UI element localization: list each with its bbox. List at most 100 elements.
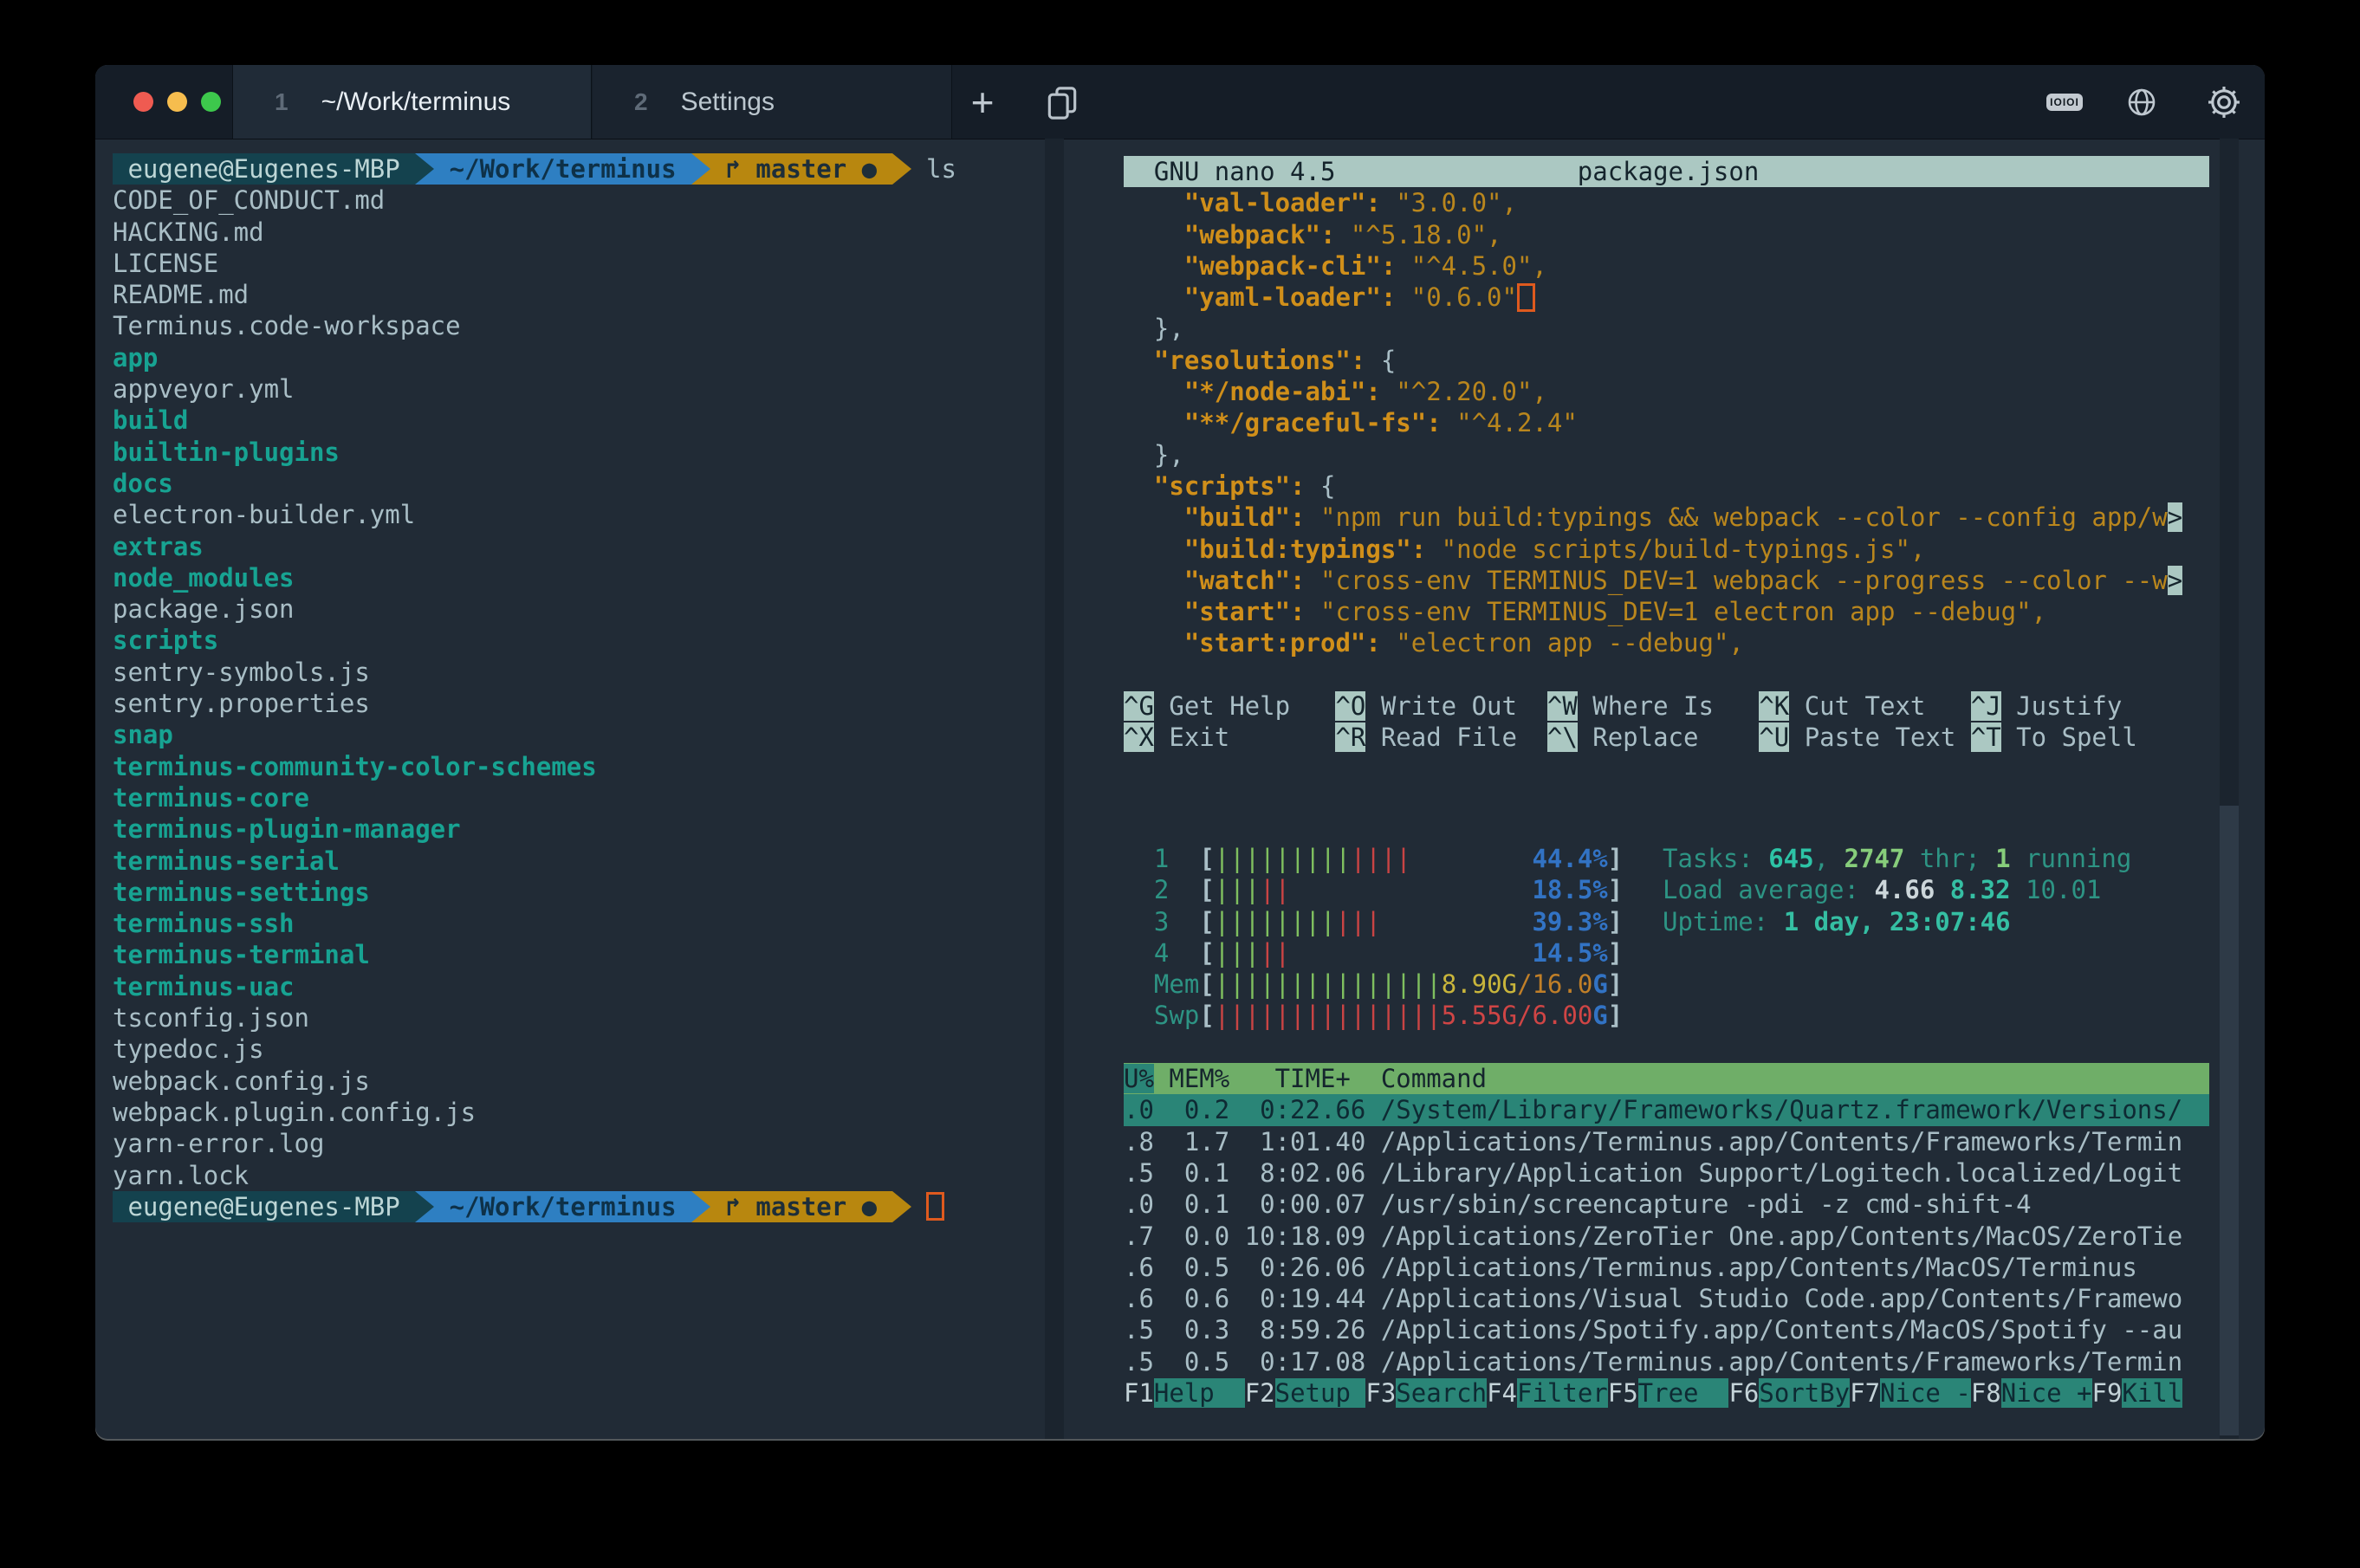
terminal-line: terminus-uac <box>113 971 1057 1002</box>
terminal-segment: F7 <box>1850 1378 1880 1408</box>
terminal-segment: ||| <box>1215 875 1260 904</box>
shell-prompt-line: eugene@Eugenes-MBP ~/Work/terminus ↱ mas… <box>113 1191 1057 1222</box>
terminal-segment: "0.6.0" <box>1411 282 1517 312</box>
terminal-segment: "3.0.0", <box>1396 188 1517 217</box>
terminal-segment: terminus-community-color-schemes <box>113 752 597 781</box>
terminal-segment: extras <box>113 532 204 561</box>
terminal-segment: "cross-env TERMINUS_DEV=1 electron app -… <box>1320 597 2046 626</box>
terminal-line: docs <box>113 468 1057 499</box>
terminal-segment: , <box>1814 844 1845 873</box>
terminal-segment: ^G <box>1124 691 1154 721</box>
terminal-segment: ||||||||| <box>1215 844 1351 873</box>
shell-pane[interactable]: eugene@Eugenes-MBP ~/Work/terminus ↱ mas… <box>95 139 1057 1222</box>
terminal-segment: "start:prod": <box>1184 628 1381 658</box>
terminal-segment: G <box>1592 1001 1607 1030</box>
terminal-line: webpack.config.js <box>113 1066 1057 1097</box>
terminal-line: README.md <box>113 279 1057 310</box>
terminal-segment: F1 <box>1124 1378 1154 1408</box>
process-row: .5 0.1 8:02.06 /Library/Application Supp… <box>1124 1157 2209 1189</box>
uptime: Uptime: 1 day, 23:07:46 <box>1663 906 2217 937</box>
terminal-segment: ^K <box>1759 691 1789 721</box>
terminal-segment: "yaml-loader": <box>1184 282 1396 312</box>
tasks-summary: Tasks: 645, 2747 thr; 1 running <box>1663 843 2217 874</box>
terminal-segment: ||||||||||||||| <box>1215 969 1442 999</box>
terminal-segment: "scripts": <box>1154 471 1306 501</box>
terminal-segment: F2 <box>1245 1378 1275 1408</box>
terminal-segment: ] <box>1608 1001 1623 1030</box>
terminal-line: "scripts": { <box>1124 470 2209 502</box>
process-row: .8 1.7 1:01.40 /Applications/Terminus.ap… <box>1124 1126 2209 1157</box>
tab-index: 1 <box>275 88 289 116</box>
terminal-segment: Tasks: <box>1663 844 1768 873</box>
terminal-segment: Nice - <box>1880 1378 1971 1408</box>
terminal-segment: > <box>2168 502 2182 532</box>
settings-gear-icon[interactable] <box>2208 86 2240 119</box>
terminal-segment: 1 <box>1124 844 1199 873</box>
terminal-segment: node_modules <box>113 563 295 593</box>
terminal-segment: F6 <box>1728 1378 1759 1408</box>
terminal-line: extras <box>113 531 1057 562</box>
terminal-line: "yaml-loader": "0.6.0" <box>1124 282 2209 313</box>
terminal-segment: [ <box>1199 938 1214 968</box>
terminal-segment: 2 <box>1124 875 1199 904</box>
terminal-segment: ] <box>1608 844 1623 873</box>
terminal-segment: [ <box>1199 907 1214 936</box>
close-button[interactable] <box>133 92 153 112</box>
terminal-segment: ^R <box>1335 722 1365 752</box>
terminal-segment: |||||||| <box>1215 907 1336 936</box>
terminal-segment: snap <box>113 720 173 749</box>
process-row: .7 0.0 10:18.09 /Applications/ZeroTier O… <box>1124 1221 2209 1252</box>
terminal-segment: ] <box>1608 969 1623 999</box>
serial-port-icon[interactable]: IOIOI <box>2046 94 2083 111</box>
terminal-segment: ^\ <box>1547 722 1578 752</box>
tab-settings[interactable]: 2 Settings <box>593 65 952 139</box>
terminal-segment: "cross-env TERMINUS_DEV=1 webpack --prog… <box>1320 566 2168 595</box>
terminal-line: package.json <box>113 593 1057 625</box>
right-pane-scrollbar-thumb[interactable] <box>2220 806 2239 1435</box>
split-duplicate-icon[interactable] <box>1043 84 1081 122</box>
terminal-segment <box>415 153 434 185</box>
terminal-segment: /16.0 <box>1517 969 1592 999</box>
terminal-segment: [ <box>1199 1001 1214 1030</box>
terminal-segment: terminus-plugin-manager <box>113 814 461 844</box>
terminal-segment: U% <box>1124 1064 1154 1093</box>
terminal-segment <box>691 1191 710 1222</box>
terminal-line <box>1124 659 2209 690</box>
terminal-line: terminus-terminal <box>113 939 1057 970</box>
tab-work-terminus[interactable]: 1 ~/Work/terminus <box>232 65 592 139</box>
swap-meter: Swp[|||||||||||||||5.55G/6.00G] <box>1124 1000 2209 1031</box>
terminal-segment: 8.32 <box>1950 875 2026 904</box>
process-row: .0 0.1 0:00.07 /usr/sbin/screencapture -… <box>1124 1189 2209 1220</box>
terminal-segment: "resolutions": <box>1154 346 1365 375</box>
terminal-line: "start:prod": "electron app --debug", <box>1124 627 2209 658</box>
new-tab-button[interactable]: + <box>958 65 1007 139</box>
terminal-line: electron-builder.yml <box>113 499 1057 530</box>
shell-prompt-line: eugene@Eugenes-MBP ~/Work/terminus ↱ mas… <box>113 153 1057 185</box>
terminal-segment: "webpack": <box>1184 220 1336 249</box>
terminal-line: appveyor.yml <box>113 373 1057 405</box>
terminal-segment: eugene@Eugenes-MBP <box>113 1191 415 1222</box>
terminal-line: tsconfig.json <box>113 1002 1057 1033</box>
terminal-segment: 1 <box>1995 844 2010 873</box>
terminal-segment <box>892 1191 911 1222</box>
terminal-segment: "node scripts/build-typings.js", <box>1442 535 1926 564</box>
terminal-line: terminus-ssh <box>113 908 1057 939</box>
minimize-button[interactable] <box>167 92 187 112</box>
terminal-segment: Tree <box>1638 1378 1729 1408</box>
terminal-segment: F5 <box>1608 1378 1638 1408</box>
nano-editor-pane[interactable]: GNU nano 4.5 package.json "val-loader": … <box>1124 139 2209 754</box>
terminal-segment: 1 day, 23:07:46 <box>1784 907 2011 936</box>
terminal-segment: [ <box>1199 844 1214 873</box>
terminal-line: build <box>113 405 1057 436</box>
terminal-segment: || <box>1260 875 1290 904</box>
terminal-segment: "^4.2.4" <box>1456 408 1578 437</box>
terminal-segment: SortBy <box>1759 1378 1850 1408</box>
terminal-segment: F3 <box>1365 1378 1396 1408</box>
left-pane-scrollbar[interactable] <box>1045 139 1064 1439</box>
terminal-segment: ||||||||||||||| <box>1215 1001 1442 1030</box>
globe-icon[interactable] <box>2126 87 2157 118</box>
terminal-line: terminus-community-color-schemes <box>113 751 1057 782</box>
zoom-button[interactable] <box>201 92 221 112</box>
terminal-segment <box>691 153 710 185</box>
htop-summary-column: Tasks: 645, 2747 thr; 1 runningLoad aver… <box>1663 843 2217 937</box>
